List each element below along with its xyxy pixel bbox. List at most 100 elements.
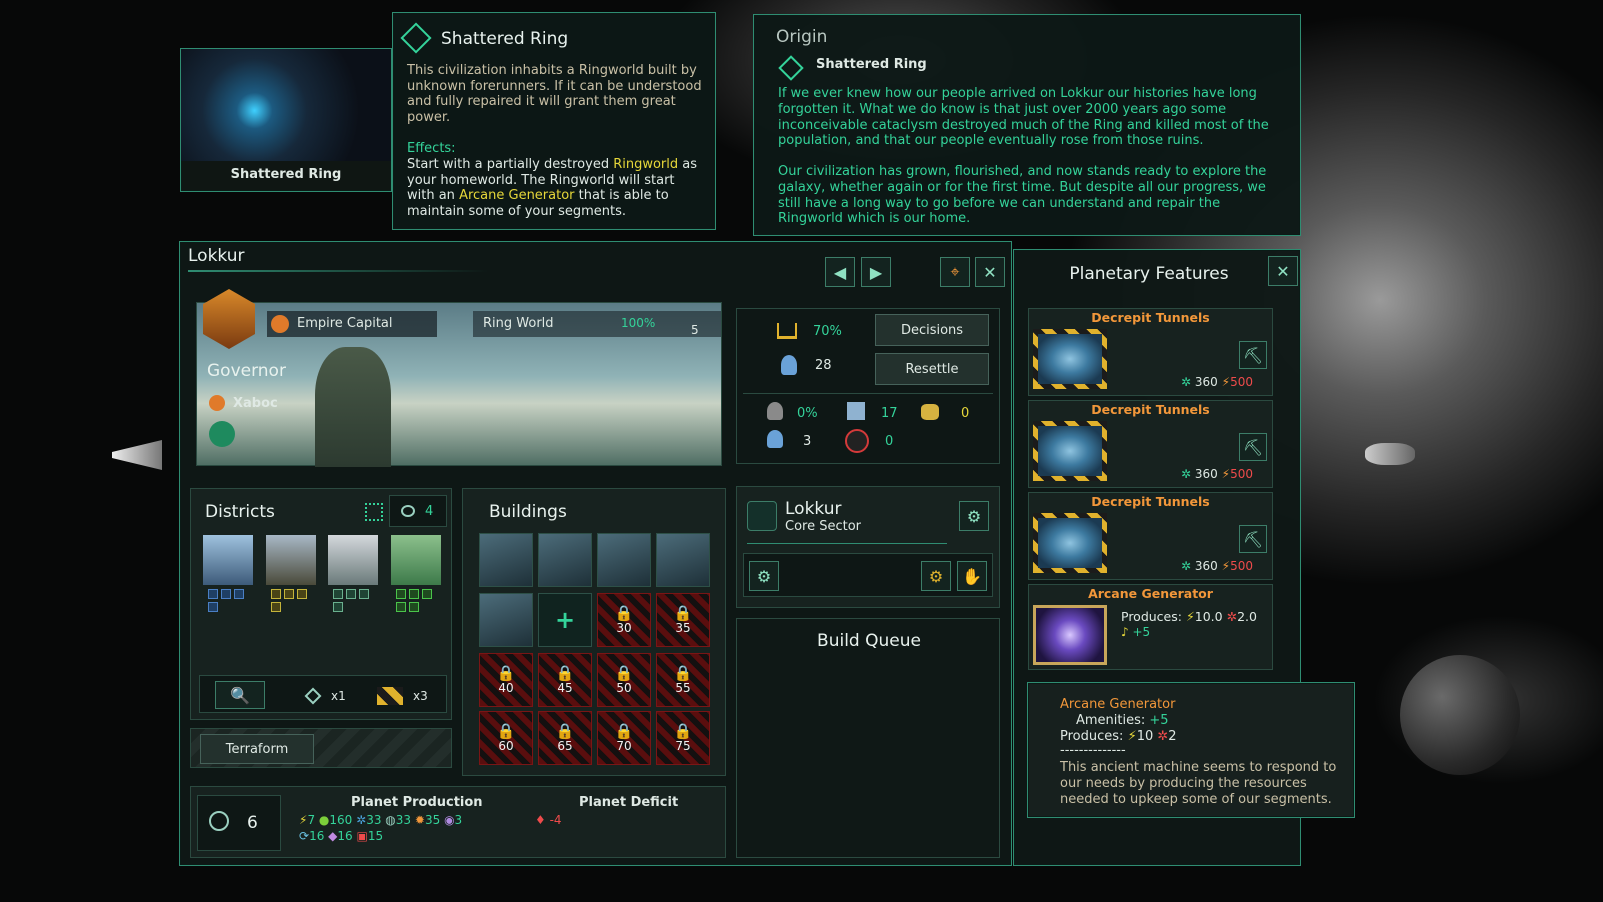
building-slot-2[interactable] [538, 533, 592, 587]
next-planet-button[interactable]: ▶ [861, 257, 891, 287]
feature-name: Decrepit Tunnels [1091, 494, 1210, 509]
city-district[interactable] [203, 535, 253, 585]
pops-icon [781, 355, 797, 375]
locked-slot-level: 50 [616, 680, 632, 695]
clear-blocker-button[interactable]: ⛏ [1239, 433, 1267, 461]
planet-survey-button[interactable]: 🔍 [215, 681, 265, 709]
sector-automation-button[interactable]: ⚙ [921, 561, 951, 591]
origin-tooltip-header: Origin [776, 27, 828, 47]
planet-name-title: Lokkur [188, 246, 245, 266]
governor-class-icon[interactable] [209, 421, 235, 447]
add-building-button[interactable]: + [538, 593, 592, 647]
locked-slot-level: 45 [557, 680, 573, 695]
agricultural-district[interactable] [391, 535, 441, 585]
decisions-button[interactable]: Decisions [875, 314, 989, 346]
alloys-icon: ◍ [385, 813, 396, 827]
sector-divider [747, 543, 947, 544]
research-value: 16 [309, 829, 325, 843]
sector-focus-button[interactable]: ⚙ [749, 561, 779, 591]
production-title: Planet Production [351, 795, 483, 810]
cost-icon: ✲ [1181, 559, 1192, 573]
industrial-job-slot [271, 589, 281, 599]
consumer-goods-value: 15 [367, 829, 384, 843]
origin-tooltip-name: Shattered Ring [816, 57, 927, 72]
food-icon: ● [318, 813, 330, 827]
research-icon: ⟳ [299, 829, 310, 843]
planetary-features-title: Planetary Features [1069, 264, 1229, 284]
districts-panel: Districts 4 🔍 x1 x3 [190, 488, 452, 720]
feature-card[interactable]: Decrepit Tunnels ⛏ ✲ 360 ⚡500 [1028, 492, 1273, 580]
energy-icon: ⚡ [1185, 609, 1195, 624]
arcane-generator-card[interactable]: Arcane Generator Produces: ⚡10.0 ✲2.0 ♪ … [1028, 584, 1273, 670]
unemployment-icon [767, 402, 783, 420]
terraform-button[interactable]: Terraform [200, 734, 314, 764]
amenities-icon: ♪ [1121, 625, 1129, 639]
minerals-icon: ✲ [356, 813, 367, 827]
minerals-value: 33 [366, 813, 382, 827]
empire-emblem-icon [203, 289, 255, 349]
arcane-generator-link[interactable]: Arcane Generator [459, 188, 574, 203]
districts-grid-icon[interactable] [365, 503, 383, 521]
housing-icon [847, 402, 865, 420]
agri-job-slot [396, 602, 406, 612]
feature-card[interactable]: Decrepit Tunnels ⛏ ✲ 360 ⚡500 [1028, 400, 1273, 488]
governor-trait-icon [209, 395, 225, 411]
sector-settings-button[interactable]: ⚙ [959, 501, 989, 531]
cost-row: ✲ 360 ⚡500 [1181, 559, 1253, 573]
feature-card[interactable]: Decrepit Tunnels ⛏ ✲ 360 ⚡500 [1028, 308, 1273, 396]
cost-a: 360 [1194, 375, 1218, 389]
commercial-district[interactable] [328, 535, 378, 585]
locked-building-slot: 40 [479, 653, 533, 707]
feature-name: Decrepit Tunnels [1091, 402, 1210, 417]
planet-banner: Empire Capital Ring World 100% 5 Governo… [196, 289, 722, 467]
district-slots-icon [401, 505, 415, 517]
city-job-slot [234, 589, 244, 599]
deficit-row: ♦ -4 [535, 813, 562, 827]
sector-planet-name: Lokkur [785, 499, 842, 519]
stability-icon [777, 323, 797, 339]
origin-description-card: Shattered Ring This civilization inhabit… [392, 12, 716, 230]
building-slot-4[interactable] [656, 533, 710, 587]
commercial-job-slot [333, 602, 343, 612]
close-features-button[interactable]: ✕ [1268, 256, 1298, 286]
deficit-title: Planet Deficit [579, 795, 679, 810]
governor-name[interactable]: Xaboc [233, 396, 278, 411]
building-slot-3[interactable] [597, 533, 651, 587]
energy-icon: ⚡ [1127, 729, 1137, 744]
clear-blocker-button[interactable]: ⛏ [1239, 525, 1267, 553]
lock-icon [674, 606, 693, 621]
capital-label: Empire Capital [297, 316, 393, 331]
cost-icon: ✲ [1181, 467, 1192, 481]
building-capital[interactable] [479, 533, 533, 587]
industrial-district[interactable] [266, 535, 316, 585]
clear-blocker-button[interactable]: ⛏ [1239, 341, 1267, 369]
agri-job-slot [409, 589, 419, 599]
close-planet-button[interactable]: ✕ [975, 257, 1005, 287]
planet-type-label: Ring World [483, 316, 554, 331]
decrepit-tunnels-image [1033, 329, 1107, 389]
tooltip-generator-name: Arcane Generator [1060, 697, 1176, 712]
arcane-generator-name: Arcane Generator [1088, 586, 1213, 601]
effects-text-1: Start with a partially destroyed [407, 157, 614, 172]
cost-b: 500 [1230, 467, 1253, 481]
cost-icon: ✲ [1181, 375, 1192, 389]
locked-building-slot: 45 [538, 653, 592, 707]
amenities-icon [921, 404, 939, 420]
generator-energy: 10.0 [1194, 609, 1223, 624]
building-slot-5[interactable] [479, 593, 533, 647]
origin-card-title: Shattered Ring [441, 29, 569, 49]
blocker-icon [377, 687, 403, 705]
sector-resources-button[interactable]: ✋ [957, 561, 987, 591]
locked-building-slot: 65 [538, 711, 592, 765]
districts-title: Districts [205, 502, 275, 522]
previous-planet-button[interactable]: ◀ [825, 257, 855, 287]
buildings-panel: Buildings + 30 35 40 45 50 55 60 65 70 7… [462, 488, 726, 776]
shattered-ring-icon [400, 22, 432, 54]
tooltip-separator: -------------- [1060, 743, 1126, 758]
resettle-button[interactable]: Resettle [875, 353, 989, 385]
housing-value: 17 [881, 406, 898, 421]
commercial-job-slot [333, 589, 343, 599]
focus-camera-button[interactable]: ⌖ [940, 257, 970, 287]
agri-job-slot [396, 589, 406, 599]
ringworld-link[interactable]: Ringworld [613, 157, 678, 172]
